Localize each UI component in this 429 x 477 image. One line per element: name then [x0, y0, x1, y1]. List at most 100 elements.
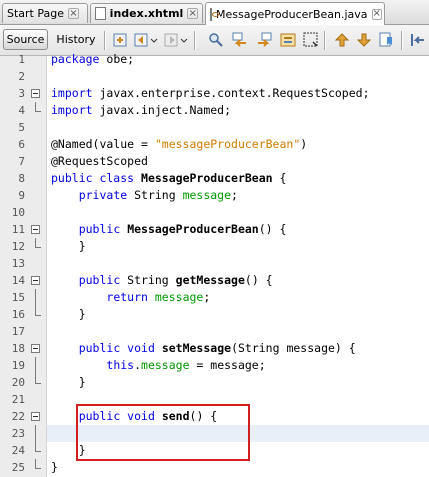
- code-line: 14 public String getMessage() {: [0, 272, 429, 289]
- code-line: 8 public class MessageProducerBean {: [0, 170, 429, 187]
- fold-toggle-icon[interactable]: [31, 225, 40, 234]
- code-line: 13: [0, 255, 429, 272]
- line-number: 15: [11, 291, 25, 304]
- line-number: 12: [11, 240, 25, 253]
- toolbar-separator: [194, 31, 196, 50]
- line-text: public void setMessage(String message) {: [78, 341, 356, 355]
- line-number: 24: [11, 444, 25, 457]
- line-text: public MessageProducerBean() {: [78, 222, 287, 236]
- line-text: }: [51, 307, 86, 321]
- line-text: private String message;: [78, 188, 238, 202]
- line-number: 18: [11, 342, 25, 355]
- editor-tab-bar: Start Page × index.xhtml × MessageProduc…: [0, 0, 429, 25]
- line-number: 16: [11, 308, 25, 321]
- line-number: 9: [18, 189, 25, 202]
- forward-icon[interactable]: [164, 32, 180, 48]
- toggle-highlight-icon[interactable]: [303, 32, 319, 48]
- annotation-highlight-box: [76, 404, 250, 461]
- fold-end-marker: [35, 442, 41, 452]
- code-line: 16 }: [0, 306, 429, 323]
- code-line: 7 @RequestScoped: [0, 153, 429, 170]
- line-text: }: [51, 460, 58, 474]
- toolbar-separator: [401, 31, 403, 50]
- fold-guide: [35, 425, 36, 442]
- find-previous-icon[interactable]: [232, 32, 248, 48]
- line-number: 20: [11, 376, 25, 389]
- code-line: 12 }: [0, 238, 429, 255]
- code-line: 18 public void setMessage(String message…: [0, 340, 429, 357]
- tab-index-xhtml[interactable]: index.xhtml ×: [90, 3, 203, 23]
- line-text: import javax.inject.Named;: [51, 103, 232, 117]
- close-icon[interactable]: ×: [68, 8, 79, 19]
- line-text: @Named(value = "messageProducerBean"): [51, 137, 308, 151]
- tab-label: index.xhtml: [109, 7, 184, 20]
- chevron-down-icon[interactable]: [150, 32, 158, 48]
- find-icon[interactable]: [208, 32, 224, 48]
- previous-bookmark-icon[interactable]: [334, 32, 350, 48]
- java-file-icon: [210, 7, 219, 21]
- line-number: 22: [11, 410, 25, 423]
- history-button[interactable]: History: [52, 29, 100, 50]
- line-text: import javax.enterprise.context.RequestS…: [51, 86, 370, 100]
- fold-end-marker: [35, 238, 41, 248]
- fold-guide: [35, 289, 36, 306]
- line-text: @RequestScoped: [51, 154, 148, 168]
- code-line: 11 public MessageProducerBean() {: [0, 221, 429, 238]
- tab-message-producer-bean[interactable]: MessageProducerBean.java ×: [205, 2, 385, 25]
- line-number: 3: [18, 87, 25, 100]
- line-number: 19: [11, 359, 25, 372]
- code-line: 9 private String message;: [0, 187, 429, 204]
- code-line: 2: [0, 68, 429, 85]
- code-line: 1 package obe;: [0, 51, 429, 68]
- tab-start-page[interactable]: Start Page ×: [2, 3, 88, 23]
- fold-end-marker: [35, 102, 41, 112]
- line-number: 13: [11, 257, 25, 270]
- line-text: }: [51, 239, 86, 253]
- code-line: 19 this.message = message;: [0, 357, 429, 374]
- tab-label: MessageProducerBean.java: [216, 7, 368, 21]
- line-number: 23: [11, 427, 25, 440]
- line-number: 17: [11, 325, 25, 338]
- shift-left-icon[interactable]: [410, 32, 426, 48]
- line-text: public class MessageProducerBean {: [51, 171, 287, 185]
- line-text: this.message = message;: [106, 358, 266, 372]
- back-icon[interactable]: [134, 32, 150, 48]
- code-line: 25 }: [0, 459, 429, 476]
- toolbar-separator: [324, 31, 326, 50]
- line-number: 4: [18, 104, 25, 117]
- code-line: 6 @Named(value = "messageProducerBean"): [0, 136, 429, 153]
- find-next-icon[interactable]: [256, 32, 272, 48]
- last-edit-icon[interactable]: [112, 32, 128, 48]
- line-text: }: [51, 375, 86, 389]
- code-line: 4 import javax.inject.Named;: [0, 102, 429, 119]
- line-number: 2: [18, 70, 25, 83]
- code-line: 17: [0, 323, 429, 340]
- fold-toggle-icon[interactable]: [31, 412, 40, 421]
- line-number: 5: [18, 121, 25, 134]
- line-number: 11: [11, 223, 25, 236]
- line-text: package obe;: [51, 52, 135, 66]
- find-selection-icon[interactable]: [280, 32, 296, 48]
- line-number: 25: [11, 461, 25, 474]
- close-icon[interactable]: ×: [371, 8, 382, 20]
- line-number: 10: [11, 206, 25, 219]
- tab-label: Start Page: [7, 7, 64, 20]
- fold-end-marker: [35, 459, 41, 469]
- chevron-down-icon[interactable]: [180, 32, 188, 48]
- fold-toggle-icon[interactable]: [31, 89, 40, 98]
- toggle-bookmark-icon[interactable]: [378, 32, 394, 48]
- code-line: 15 return message;: [0, 289, 429, 306]
- code-line: 5: [0, 119, 429, 136]
- line-number: 14: [11, 274, 25, 287]
- fold-toggle-icon[interactable]: [31, 344, 40, 353]
- line-number: 1: [18, 53, 25, 66]
- code-line: 3 import javax.enterprise.context.Reques…: [0, 85, 429, 102]
- close-icon[interactable]: ×: [187, 8, 198, 19]
- fold-guide: [35, 357, 36, 374]
- fold-toggle-icon[interactable]: [31, 276, 40, 285]
- toolbar-separator: [104, 31, 106, 50]
- fold-end-marker: [35, 374, 41, 384]
- source-button[interactable]: Source: [3, 29, 48, 50]
- next-bookmark-icon[interactable]: [356, 32, 372, 48]
- fold-end-marker: [35, 306, 41, 316]
